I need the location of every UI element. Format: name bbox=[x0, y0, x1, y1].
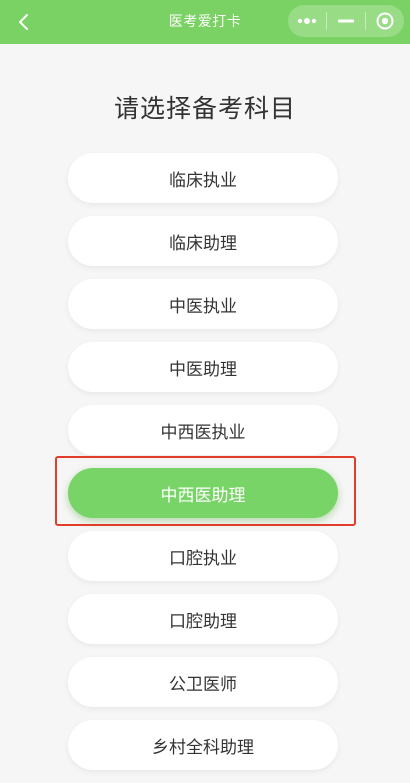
subject-button[interactable]: 中西医执业 bbox=[68, 405, 338, 455]
subject-button[interactable]: 临床执业 bbox=[68, 153, 338, 203]
subject-button[interactable]: 口腔助理 bbox=[68, 594, 338, 644]
subject-list: 临床执业 临床助理 中医执业 中医助理 中西医执业 中西医助理 口腔执业 口腔助… bbox=[68, 153, 338, 783]
subject-button-selected[interactable]: 中西医助理 bbox=[68, 468, 338, 518]
target-circle-icon bbox=[376, 12, 394, 30]
page-heading: 请选择备考科目 bbox=[113, 94, 296, 123]
more-button[interactable] bbox=[288, 5, 326, 37]
subject-button[interactable]: 临床助理 bbox=[68, 216, 338, 266]
close-button[interactable] bbox=[366, 5, 404, 37]
mini-program-capsule bbox=[288, 5, 404, 37]
minimize-button[interactable] bbox=[327, 5, 365, 37]
subject-button[interactable]: 乡村全科助理 bbox=[68, 720, 338, 770]
subject-button[interactable]: 公卫医师 bbox=[68, 657, 338, 707]
subject-button[interactable]: 口腔执业 bbox=[68, 531, 338, 581]
top-bar: 医考爱打卡 bbox=[0, 0, 410, 44]
minimize-icon bbox=[338, 19, 354, 23]
subject-button[interactable]: 中医助理 bbox=[68, 342, 338, 392]
back-button[interactable] bbox=[6, 4, 42, 40]
chevron-left-icon bbox=[19, 14, 28, 30]
subject-button[interactable]: 中医执业 bbox=[68, 279, 338, 329]
more-dots-icon bbox=[297, 18, 317, 24]
